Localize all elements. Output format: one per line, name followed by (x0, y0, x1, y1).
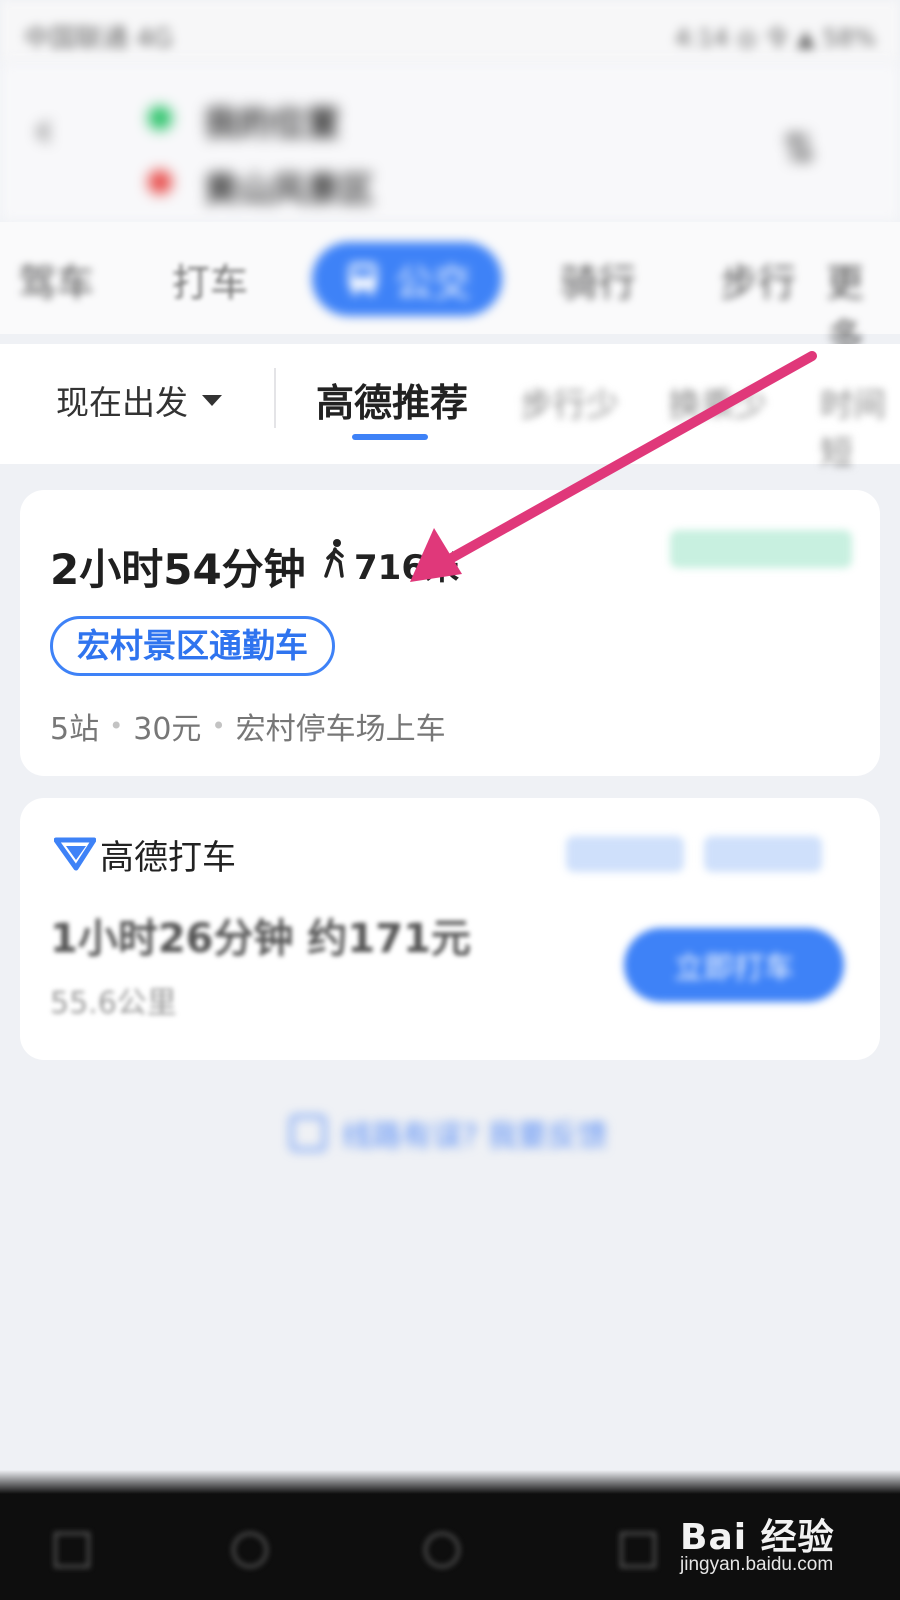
depart-time-label: 现在出发 (56, 383, 188, 422)
active-tab-indicator (352, 434, 428, 440)
back-nav-icon[interactable] (232, 1532, 268, 1568)
status-bar: 中国联通 4G 4:14 ◎ 令 ▲ 58% (0, 0, 900, 62)
taxi-tags (566, 836, 822, 872)
watermark-url: jingyan.baidu.com (680, 1554, 834, 1575)
route-start-field[interactable]: 我的位置 (204, 96, 340, 145)
depart-time-select[interactable]: 现在出发 (56, 376, 222, 424)
route-boarding-point: 宏村停车场上车 (235, 712, 446, 747)
tab-drive[interactable]: 驾车 (18, 252, 94, 307)
tab-sort-less-walk[interactable]: 步行少 (520, 378, 619, 426)
route-fare: 30元 (133, 712, 202, 747)
taxi-title: 高德打车 (100, 838, 236, 878)
app-screen: 中国联通 4G 4:14 ◎ 令 ▲ 58% ‹ 我的位置 黄山风景区 ⇅ 驾车… (0, 0, 900, 1600)
filter-bar: 现在出发 高德推荐 步行少 换乘少 时间短 (0, 344, 900, 472)
start-dot-icon (148, 106, 172, 130)
taxi-tag (566, 836, 684, 872)
taxi-option-card[interactable]: 高德打车 1小时26分钟 约171元 55.6公里 立即打车 (20, 798, 880, 1060)
taxi-distance: 55.6公里 (50, 986, 177, 1021)
transport-mode-tabs: 驾车 打车 公交 骑行 步行 更多 (0, 222, 900, 360)
tab-sort-less-transfer[interactable]: 换乘少 (668, 378, 767, 426)
tab-bus[interactable]: 公交 (312, 242, 502, 316)
swap-icon[interactable]: ⇅ (782, 126, 816, 172)
taxi-summary: 1小时26分钟 约171元 (50, 916, 471, 962)
route-line-pill: 宏村景区通勤车 (50, 616, 335, 676)
status-indicators: 4:14 ◎ 令 ▲ 58% (674, 24, 876, 52)
tab-bike[interactable]: 骑行 (560, 252, 636, 307)
tab-bus-label: 公交 (394, 260, 471, 305)
baidu-jingyan-watermark: Bai 经验 jingyan.baidu.com (674, 1504, 874, 1584)
menu-icon[interactable] (54, 1532, 90, 1568)
walk-distance: 716米 (354, 548, 459, 588)
feedback-text: 线路有误? 我要反馈 (342, 1119, 608, 1154)
meta-separator: • (109, 712, 124, 740)
end-dot-icon (148, 170, 172, 194)
back-arrow-icon[interactable]: ‹ (34, 102, 53, 158)
home-icon[interactable] (424, 1532, 460, 1568)
feedback-icon (290, 1115, 326, 1151)
walking-person-icon (324, 539, 344, 578)
feedback-link[interactable]: 线路有误? 我要反馈 (290, 1110, 607, 1156)
recents-icon[interactable] (620, 1532, 656, 1568)
route-end-field[interactable]: 黄山风景区 (204, 162, 374, 211)
taxi-tag (704, 836, 822, 872)
tab-recommend[interactable]: 高德推荐 (316, 372, 468, 427)
tab-walk[interactable]: 步行 (720, 252, 796, 307)
call-taxi-button[interactable]: 立即打车 (624, 928, 844, 1002)
route-duration: 2小时54分钟 (50, 545, 306, 594)
carrier-label: 中国联通 4G (24, 24, 173, 54)
caret-down-icon (202, 394, 222, 406)
tab-taxi[interactable]: 打车 (172, 252, 248, 307)
route-meta: 5站 • 30元 • 宏村停车场上车 (50, 704, 446, 748)
meta-separator: • (211, 712, 226, 740)
bus-icon (348, 263, 377, 295)
route-stops: 5站 (50, 712, 100, 747)
route-tag (670, 530, 852, 568)
divider (274, 368, 276, 428)
route-option-card[interactable]: 2小时54分钟 716米 宏村景区通勤车 5站 • 30元 • 宏村停车场上车 (20, 490, 880, 776)
amap-taxi-logo-icon (54, 837, 96, 871)
tab-sort-fastest[interactable]: 时间短 (820, 378, 900, 474)
route-header: ‹ 我的位置 黄山风景区 ⇅ (0, 62, 900, 222)
watermark-brand: Bai 经验 (680, 1517, 835, 1558)
